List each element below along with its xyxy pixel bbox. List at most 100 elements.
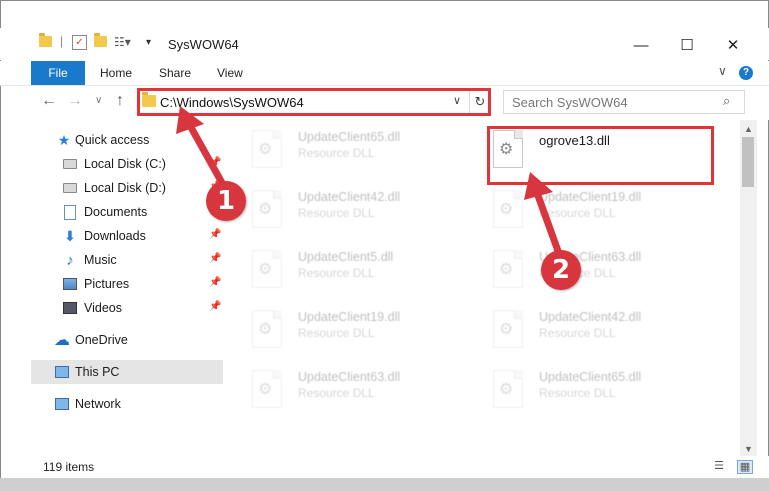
sidebar-item-label: Local Disk (C:) [84,157,166,171]
file-item[interactable]: ⚙ UpdateClient19.dll Resource DLL [252,310,482,370]
downloads-icon: ⬇ [64,227,76,244]
file-item[interactable]: ⚙ UpdateClient42.dll Resource DLL [493,310,723,370]
sidebar-item-network[interactable]: Network [31,392,223,416]
file-name: UpdateClient42.dll [298,190,401,204]
sidebar-item-label: Videos [84,301,122,315]
file-name: UpdateClient19.dll [539,190,642,204]
documents-icon [63,204,77,220]
file-type: Resource DLL [298,266,375,280]
drive-icon [63,181,77,195]
file-type: Resource DLL [298,146,375,160]
file-item[interactable]: ⚙ UpdateClient42.dll Resource DLL [252,190,482,250]
ribbon: File Home Share View ∨ ? [0,61,769,86]
computer-icon [55,365,69,379]
file-name: UpdateClient42.dll [539,310,642,324]
file-highlight-box [487,126,714,185]
gear-icon: ⚙ [258,141,273,158]
window-title: SysWOW64 [168,37,239,52]
file-name: UpdateClient19.dll [298,310,401,324]
file-name: UpdateClient5.dll [298,250,394,264]
details-view-icon[interactable]: ☰ [712,460,726,472]
gear-icon: ⚙ [499,381,514,398]
maximize-button[interactable]: ☐ [664,33,710,57]
forward-icon[interactable]: → [67,92,83,110]
sidebar-item-music[interactable]: ♪ Music 📌 [31,248,223,272]
file-item[interactable]: ⚙ UpdateClient65.dll Resource DLL [493,370,723,430]
customize-quick-access-icon[interactable]: ☷▾ [114,35,131,49]
sidebar-item-label: Local Disk (D:) [84,181,166,195]
title-bar: | ✓ ☷▾ ▾ SysWOW64 — ☐ ✕ [0,28,769,60]
star-icon: ★ [57,131,71,148]
scroll-down-icon[interactable]: ▼ [744,444,753,454]
quick-access-dropdown-icon[interactable]: ▾ [146,37,151,48]
help-icon[interactable]: ? [739,66,753,80]
step-1-badge: 1 [206,181,246,221]
network-icon [55,397,69,411]
step-2-badge: 2 [541,250,581,290]
videos-icon [63,301,77,315]
gear-icon: ⚙ [258,381,273,398]
tab-view[interactable]: View [217,66,243,80]
sidebar-item-pictures[interactable]: Pictures 📌 [31,272,223,296]
file-name: UpdateClient63.dll [298,370,401,384]
sidebar-item-label: OneDrive [75,333,128,347]
large-icons-view-icon[interactable]: ▦ [737,460,753,474]
gear-icon: ⚙ [258,321,273,338]
expand-ribbon-icon[interactable]: ∨ [718,64,727,78]
scrollbar-thumb[interactable] [742,137,754,187]
gear-icon: ⚙ [499,201,514,218]
pin-icon[interactable]: 📌 [209,301,221,312]
file-item[interactable]: ⚙ UpdateClient63.dll Resource DLL [493,250,723,310]
sidebar-item-onedrive[interactable]: ☁ OneDrive [31,328,223,352]
file-item[interactable]: ⚙ UpdateClient65.dll Resource DLL [252,130,482,190]
recent-locations-icon[interactable]: ∨ [95,95,102,106]
properties-icon[interactable]: ✓ [72,35,87,50]
sidebar-item-label: Downloads [84,229,146,243]
minimize-button[interactable]: — [618,33,664,57]
sidebar-item-videos[interactable]: Videos 📌 [31,296,223,320]
tab-share[interactable]: Share [159,66,191,80]
sidebar-item-this-pc[interactable]: This PC [31,360,223,384]
new-folder-icon[interactable] [94,33,107,47]
file-type: Resource DLL [539,206,616,220]
search-placeholder: Search SysWOW64 [512,95,628,110]
pin-icon[interactable]: 📌 [209,277,221,288]
sidebar-item-label: Network [75,397,121,411]
sidebar-item-label: Documents [84,205,148,219]
pin-icon[interactable]: 📌 [209,253,221,264]
file-name: UpdateClient65.dll [298,130,401,144]
pictures-icon [63,277,77,291]
search-icon[interactable]: ⌕ [723,93,730,109]
file-item[interactable]: ⚙ UpdateClient19.dll Resource DLL [493,190,723,250]
tab-file[interactable]: File [31,61,85,85]
address-highlight-box [137,88,491,116]
sidebar-item-local-disk-d[interactable]: Local Disk (D:) 📌 [31,176,223,200]
up-icon[interactable]: ↑ [116,92,124,110]
file-item[interactable]: ⚙ UpdateClient5.dll Resource DLL [252,250,482,310]
sidebar-item-quick-access[interactable]: ★ Quick access [31,128,223,152]
status-bar [31,456,769,478]
file-item[interactable]: ⚙ UpdateClient63.dll Resource DLL [252,370,482,430]
pin-icon[interactable]: 📌 [209,157,221,168]
navigation-pane: ★ Quick access Local Disk (C:) 📌 Local D… [31,120,226,456]
pin-icon[interactable]: 📌 [209,229,221,240]
file-name: UpdateClient65.dll [539,370,642,384]
gear-icon: ⚙ [258,201,273,218]
back-icon[interactable]: ← [41,92,57,110]
close-button[interactable]: ✕ [710,33,756,57]
window-shadow [0,478,769,491]
sidebar-item-downloads[interactable]: ⬇ Downloads 📌 [31,224,223,248]
separator: | [60,34,64,48]
file-type: Resource DLL [539,326,616,340]
item-count: 119 items [43,460,95,474]
gear-icon: ⚙ [499,321,514,338]
sidebar-item-label: This PC [75,365,120,379]
music-icon: ♪ [66,251,74,269]
sidebar-item-documents[interactable]: Documents 📌 [31,200,223,224]
scroll-up-icon[interactable]: ▲ [744,124,753,134]
gear-icon: ⚙ [258,261,273,278]
drive-icon [63,157,77,171]
gear-icon: ⚙ [499,261,514,278]
sidebar-item-local-disk-c[interactable]: Local Disk (C:) 📌 [31,152,223,176]
tab-home[interactable]: Home [100,66,132,80]
